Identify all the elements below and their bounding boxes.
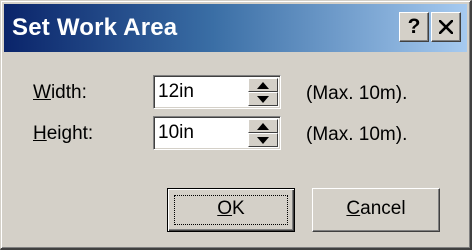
width-spin-up-button[interactable] bbox=[248, 78, 278, 92]
triangle-up-icon bbox=[257, 123, 269, 130]
height-spin-up-button[interactable] bbox=[248, 119, 278, 133]
question-mark-icon: ? bbox=[407, 15, 421, 38]
width-spinner[interactable] bbox=[248, 78, 278, 106]
height-input[interactable] bbox=[158, 120, 246, 146]
width-spin-down-button[interactable] bbox=[248, 92, 278, 106]
height-spinner[interactable] bbox=[248, 119, 278, 147]
title-bar[interactable]: Set Work Area ? bbox=[4, 4, 467, 52]
triangle-up-icon bbox=[257, 82, 269, 89]
height-spin-down-button[interactable] bbox=[248, 133, 278, 147]
height-label-mnemonic: H bbox=[33, 123, 47, 144]
cancel-button[interactable]: Cancel bbox=[312, 188, 440, 232]
width-field[interactable] bbox=[153, 75, 281, 109]
triangle-down-icon bbox=[257, 96, 269, 103]
set-work-area-dialog: Set Work Area ? Width: (Max. 10m). Heigh… bbox=[0, 0, 472, 250]
help-button[interactable]: ? bbox=[399, 12, 429, 42]
height-label-text: eight: bbox=[46, 123, 94, 144]
dialog-title: Set Work Area bbox=[12, 14, 178, 41]
height-field[interactable] bbox=[153, 116, 281, 150]
triangle-down-icon bbox=[257, 137, 269, 144]
width-max-hint: (Max. 10m). bbox=[306, 83, 408, 104]
cancel-label-rest: ancel bbox=[360, 198, 406, 219]
ok-label-rest: K bbox=[232, 198, 245, 219]
ok-mnemonic: O bbox=[217, 198, 233, 219]
close-button[interactable] bbox=[431, 12, 461, 42]
cancel-mnemonic: C bbox=[346, 198, 361, 219]
width-label-text: idth: bbox=[50, 82, 87, 103]
width-label-mnemonic: W bbox=[33, 82, 51, 103]
ok-button[interactable]: OK bbox=[167, 188, 295, 232]
width-label: Width: bbox=[33, 82, 87, 104]
width-input[interactable] bbox=[158, 79, 246, 105]
height-label: Height: bbox=[33, 123, 93, 145]
height-max-hint: (Max. 10m). bbox=[306, 124, 408, 145]
close-icon bbox=[439, 20, 453, 34]
